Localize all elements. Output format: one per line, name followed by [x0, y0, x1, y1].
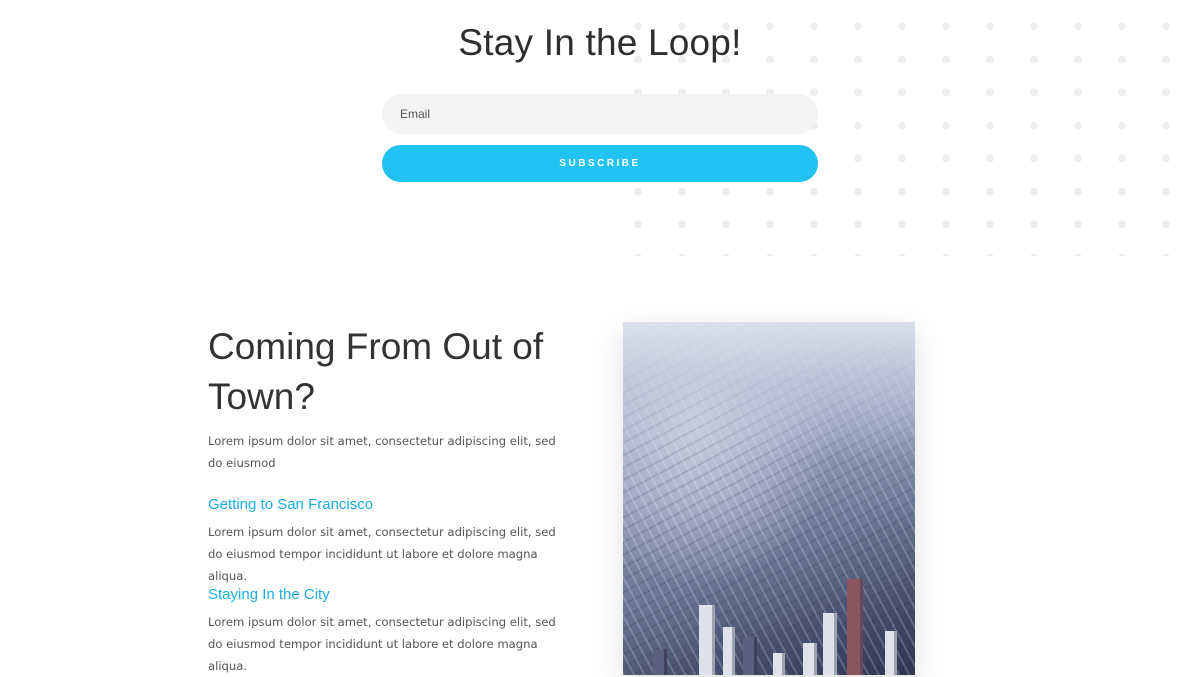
visit-intro: Lorem ipsum dolor sit amet, consectetur …	[208, 434, 556, 470]
photo-building	[723, 627, 735, 675]
subscribe-button[interactable]: SUBSCRIBE	[382, 145, 818, 182]
photo-building	[823, 613, 837, 675]
email-field[interactable]	[382, 94, 818, 134]
newsletter-title: Stay In the Loop!	[458, 22, 742, 63]
photo-building	[653, 649, 667, 675]
staying-in-city-link[interactable]: Staying In the City	[208, 586, 330, 603]
photo-building	[885, 631, 897, 675]
getting-to-sf-link[interactable]: Getting to San Francisco	[208, 496, 373, 513]
aerial-city-photo	[623, 322, 915, 675]
photo-building	[803, 643, 817, 675]
photo-building	[699, 605, 715, 675]
staying-in-city-body: Lorem ipsum dolor sit amet, consectetur …	[208, 615, 556, 673]
photo-building	[847, 579, 863, 675]
photo-building	[773, 653, 785, 675]
getting-to-sf-body: Lorem ipsum dolor sit amet, consectetur …	[208, 525, 556, 583]
newsletter-section: Stay In the Loop! SUBSCRIBE	[0, 0, 1200, 260]
photo-building	[743, 637, 757, 675]
visit-heading: Coming From Out of Town?	[208, 326, 544, 417]
